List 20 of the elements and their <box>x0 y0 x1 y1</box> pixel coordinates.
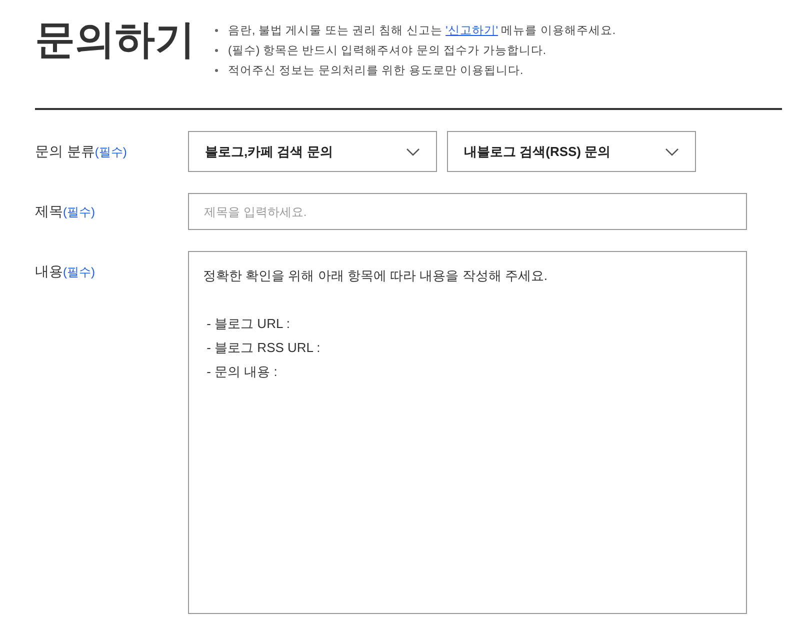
chevron-icon <box>406 148 420 156</box>
field-label: 문의 분류 <box>35 143 95 159</box>
required-label: (필수) <box>94 145 127 159</box>
field-label: 제목 <box>35 203 63 219</box>
required-label: (필수) <box>63 265 95 279</box>
field-label: 내용 <box>35 263 63 279</box>
chevron-icon <box>665 148 679 156</box>
category-select[interactable]: 블로그,카페 검색 문의 <box>188 131 437 172</box>
bullet-icon <box>215 49 218 52</box>
bullet-icon <box>215 69 218 72</box>
bullet-icon <box>215 29 218 32</box>
required-label: (필수) <box>63 205 95 219</box>
page-title: 문의하기 <box>35 17 196 64</box>
category-select[interactable]: 내블로그 검색(RSS) 문의 <box>447 131 696 172</box>
content-textarea[interactable]: 정확한 확인을 위해 아래 항목에 따라 내용을 작성해 주세요. - 블로그 URL : - 블로그 RSS URL : - 문의 내용 : <box>188 251 747 614</box>
subject-input[interactable]: 제목을 입력하세요. <box>188 193 747 230</box>
notice-text: 적어주신 정보는 문의처리를 위한 용도로만 이용됩니다. <box>228 64 524 79</box>
notice-text: 음란, 불법 게시물 또는 권리 침해 신고는 '신고하기' 메뉴를 이용해주세요. <box>228 24 616 39</box>
report-link[interactable]: '신고하기' <box>446 25 498 37</box>
notice-text: (필수) 항목은 반드시 입력해주셔야 문의 접수가 가능합니다. <box>228 44 546 59</box>
